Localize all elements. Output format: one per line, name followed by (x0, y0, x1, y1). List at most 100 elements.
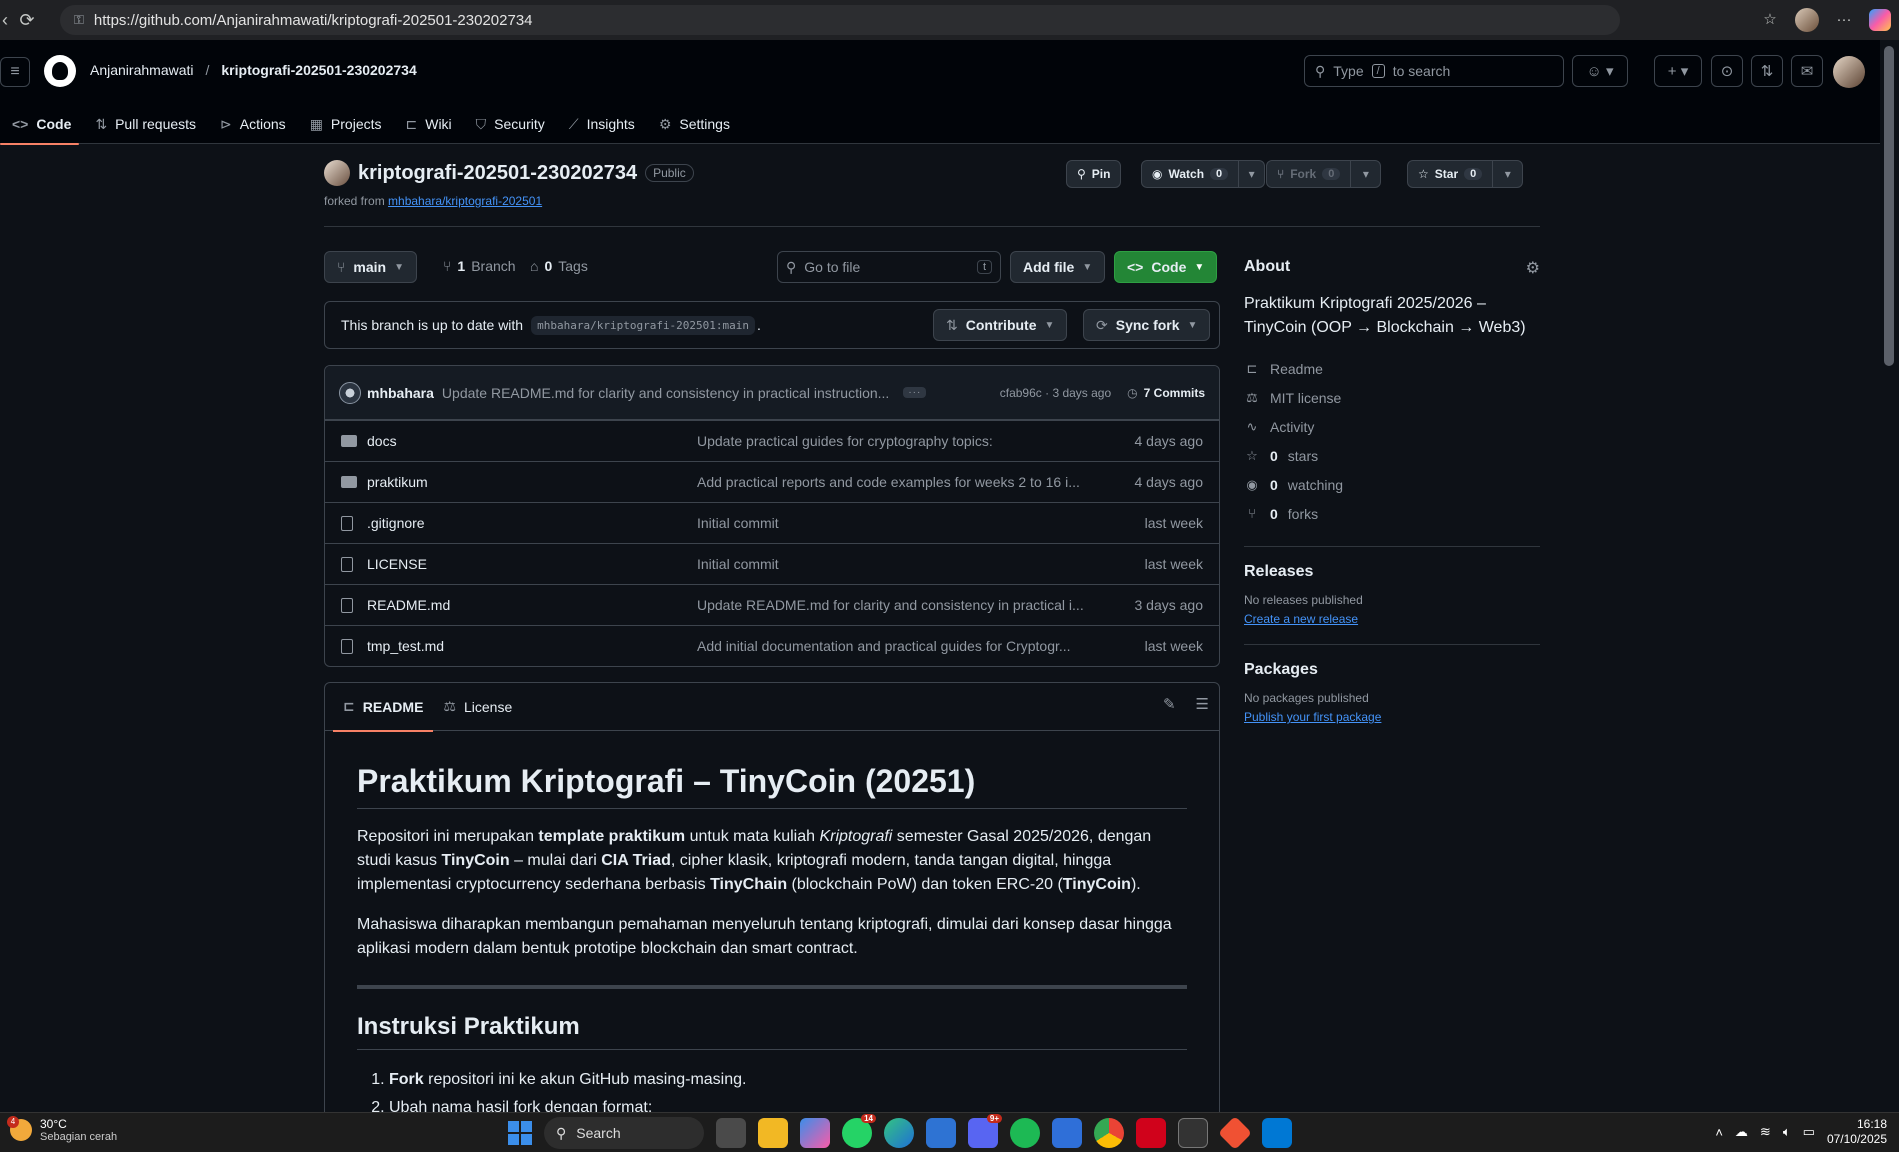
stars-link[interactable]: ☆ 0 stars (1244, 441, 1540, 470)
commit-message[interactable]: Update README.md for clarity and consist… (442, 385, 889, 401)
copilot-app-icon[interactable] (800, 1118, 830, 1148)
clock[interactable]: 16:18 07/10/2025 (1827, 1117, 1887, 1147)
file-name[interactable]: LICENSE (367, 556, 697, 572)
contribute-button[interactable]: ⇅ Contribute ▼ (933, 309, 1068, 341)
file-commit-message[interactable]: Add initial documentation and practical … (697, 638, 1145, 654)
tab-settings[interactable]: ⚙ Settings (647, 104, 742, 144)
create-release-link[interactable]: Create a new release (1244, 612, 1358, 626)
sync-fork-button[interactable]: ⟳ Sync fork ▼ (1083, 309, 1211, 341)
pdf-reader-icon[interactable] (1136, 1118, 1166, 1148)
license-link[interactable]: ⚖ MIT license (1244, 383, 1540, 412)
inbox-button[interactable]: ✉ (1791, 55, 1823, 87)
vscode-icon[interactable] (1262, 1118, 1292, 1148)
user-avatar[interactable] (1833, 56, 1865, 88)
add-file-button[interactable]: Add file ▼ (1010, 251, 1106, 283)
file-name[interactable]: .gitignore (367, 515, 697, 531)
activity-link[interactable]: ∿ Activity (1244, 412, 1540, 441)
author-avatar[interactable] (339, 381, 361, 404)
spotify-icon[interactable] (1010, 1118, 1040, 1148)
more-icon[interactable]: ··· (1833, 9, 1855, 31)
cloud-icon[interactable]: ☁ (1735, 1124, 1748, 1140)
back-icon[interactable]: ‹ (0, 10, 10, 31)
table-row[interactable]: tmp_test.md Add initial documentation an… (325, 625, 1219, 666)
task-view-icon[interactable] (716, 1118, 746, 1148)
file-commit-message[interactable]: Initial commit (697, 556, 1145, 572)
commits-link[interactable]: ◷ 7 Commits (1127, 386, 1205, 400)
url-text[interactable]: https://github.com/Anjanirahmawati/kript… (94, 12, 533, 29)
volume-icon[interactable]: 🔈︎ (1783, 1124, 1791, 1140)
repo-name[interactable]: kriptografi-202501-230202734 (358, 162, 637, 185)
readme-link[interactable]: ⊏ Readme (1244, 354, 1540, 383)
battery-icon[interactable]: ▭ (1803, 1124, 1815, 1140)
table-row[interactable]: README.md Update README.md for clarity a… (325, 584, 1219, 625)
whatsapp-icon[interactable]: 14 (842, 1114, 876, 1148)
star-dropdown[interactable]: ▾ (1492, 161, 1522, 187)
breadcrumb-owner[interactable]: Anjanirahmawati (90, 62, 194, 78)
refresh-icon[interactable]: ⟳ (10, 10, 44, 31)
forks-link[interactable]: ⑂ 0 forks (1244, 499, 1540, 528)
tab-security[interactable]: ⛉ Security (464, 104, 557, 144)
tab-insights[interactable]: ⟋ Insights (557, 104, 647, 144)
tab-projects[interactable]: ▦ Projects (298, 104, 394, 144)
commit-hash-date[interactable]: cfab96c · 3 days ago (1000, 386, 1111, 400)
tab-wiki[interactable]: ⊏ Wiki (394, 104, 464, 144)
weather-widget[interactable]: 4 30°C Sebagian cerah (7, 1116, 117, 1143)
app-icon[interactable] (1052, 1118, 1082, 1148)
branches-link[interactable]: ⑂ 1 Branch (443, 258, 516, 274)
table-row[interactable]: .gitignore Initial commit last week (325, 502, 1219, 543)
gear-icon[interactable]: ⚙ (1526, 258, 1540, 278)
taskbar-search[interactable]: ⚲ Search (544, 1117, 704, 1149)
pull-requests-button[interactable]: ⇅ (1751, 55, 1783, 87)
file-name[interactable]: README.md (367, 597, 697, 613)
tab-readme[interactable]: ⊏ README (333, 683, 434, 732)
packages-heading[interactable]: Packages (1244, 661, 1540, 679)
tab-actions[interactable]: ⊳ Actions (208, 104, 298, 144)
table-row[interactable]: LICENSE Initial commit last week (325, 543, 1219, 584)
file-name[interactable]: docs (367, 433, 697, 449)
branch-ref[interactable]: mhbahara/kriptografi-202501:main (531, 315, 756, 335)
releases-heading[interactable]: Releases (1244, 563, 1540, 581)
site-info-icon[interactable]: ⚿ (74, 12, 84, 28)
tab-code[interactable]: <> Code (0, 104, 83, 145)
forked-from-link[interactable]: mhbahara/kriptografi-202501 (388, 194, 542, 208)
favorites-icon[interactable]: ☆ (1759, 9, 1781, 31)
file-name[interactable]: praktikum (367, 474, 697, 490)
profile-avatar[interactable] (1795, 8, 1819, 32)
wifi-icon[interactable]: ≋ (1760, 1124, 1771, 1140)
chrome-icon[interactable] (1094, 1118, 1124, 1148)
publish-package-link[interactable]: Publish your first package (1244, 710, 1381, 724)
fork-dropdown[interactable]: ▾ (1350, 161, 1380, 187)
windows-start-icon[interactable] (508, 1121, 532, 1145)
discord-icon[interactable]: 9+ (968, 1114, 1002, 1148)
star-button[interactable]: ☆ Star 0 ▾ (1407, 160, 1524, 188)
tab-pull-requests[interactable]: ⇅ Pull requests (83, 104, 208, 144)
chevron-up-icon[interactable]: ˄ (1715, 1125, 1723, 1140)
fork-button[interactable]: ⑂ Fork 0 ▾ (1266, 160, 1382, 188)
menu-icon[interactable]: ≡ (0, 57, 30, 87)
pencil-icon[interactable]: ✎ (1163, 695, 1176, 713)
owner-avatar[interactable] (324, 160, 350, 186)
code-button[interactable]: <> Code ▼ (1114, 251, 1218, 283)
breadcrumb-repo[interactable]: kriptografi-202501-230202734 (221, 62, 416, 78)
file-commit-message[interactable]: Add practical reports and code examples … (697, 474, 1135, 490)
create-new-button[interactable]: + ▾ (1654, 55, 1702, 87)
file-commit-message[interactable]: Initial commit (697, 515, 1145, 531)
issues-button[interactable]: ⊙ (1711, 55, 1743, 87)
file-name[interactable]: tmp_test.md (367, 638, 697, 654)
watch-button[interactable]: ◉ Watch 0 ▾ (1141, 160, 1266, 188)
terminal-icon[interactable] (1178, 1118, 1208, 1148)
search-input[interactable]: ⚲ Type / to search (1304, 55, 1564, 87)
file-commit-message[interactable]: Update README.md for clarity and consist… (697, 597, 1135, 613)
table-row[interactable]: praktikum Add practical reports and code… (325, 461, 1219, 502)
edge-icon[interactable] (884, 1118, 914, 1148)
file-explorer-icon[interactable] (758, 1118, 788, 1148)
tab-license[interactable]: ⚖ License (433, 683, 522, 731)
scrollbar-thumb[interactable] (1884, 46, 1894, 366)
branch-selector[interactable]: ⑂ main ▼ (324, 251, 417, 283)
go-to-file-input[interactable]: ⚲ Go to file t (777, 251, 1001, 283)
store-icon[interactable] (926, 1118, 956, 1148)
copilot-icon[interactable] (1869, 9, 1891, 31)
table-row[interactable]: docs Update practical guides for cryptog… (325, 420, 1219, 461)
page-scrollbar[interactable] (1880, 40, 1899, 1112)
watch-dropdown[interactable]: ▾ (1238, 161, 1264, 187)
